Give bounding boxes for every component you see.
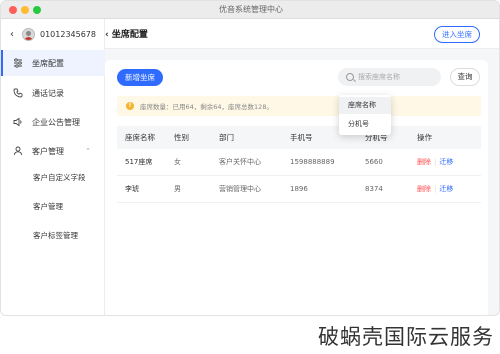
- chevron-left-icon[interactable]: ‹: [105, 30, 112, 40]
- sidebar-item-seat-config[interactable]: 坐席配置: [1, 50, 105, 76]
- cell-department: 营销管理中心: [219, 185, 261, 193]
- app-window: 优音系统管理中心 ‹ 01012345678 坐席配置 通话记录 企业公告管理: [0, 0, 500, 316]
- add-seat-button[interactable]: 新增坐席: [117, 69, 163, 86]
- search-icon: [346, 73, 354, 81]
- divider: |: [434, 185, 437, 193]
- user-icon: [13, 146, 23, 156]
- sidebar-item-label: 通话记录: [32, 88, 64, 98]
- sidebar-item-customer-management[interactable]: 客户管理 ⌃: [1, 138, 105, 164]
- cell-actions: 删除 | 迁移: [417, 157, 481, 167]
- migrate-link[interactable]: 迁移: [439, 158, 453, 166]
- column-header: 性别: [174, 133, 189, 142]
- cell-actions: 删除 | 迁移: [417, 184, 481, 194]
- sidebar-item-label: 客户管理: [32, 146, 64, 156]
- sidebar-item-label: 企业公告管理: [32, 117, 80, 127]
- column-header: 操作: [417, 133, 432, 142]
- cell-department: 客户关怀中心: [219, 158, 261, 166]
- cell-extension: 5660: [365, 158, 383, 166]
- main-header: ‹ 坐席配置 进入坐席: [105, 19, 499, 49]
- table-row: 李琥 男 营销管理中心 1896 8374 删除 | 迁移: [117, 176, 481, 203]
- column-header: 座席名称: [125, 133, 155, 142]
- delete-link[interactable]: 删除: [417, 158, 431, 166]
- sidebar-subitem-custom-fields[interactable]: 客户自定义字段: [1, 164, 105, 190]
- chevron-left-icon[interactable]: ‹: [10, 29, 20, 40]
- search-field-dropdown: 座席名称 分机号: [339, 95, 391, 135]
- window-title: 优音系统管理中心: [219, 5, 283, 14]
- page-title: ‹ 坐席配置: [105, 27, 148, 40]
- table-row: 517座席 女 客户关怀中心 1598888889 5660 删除 | 迁移: [117, 149, 481, 176]
- sliders-icon: [13, 58, 23, 68]
- search-box[interactable]: [338, 68, 441, 86]
- dropdown-option-extension[interactable]: 分机号: [339, 116, 391, 133]
- enter-seat-button[interactable]: 进入坐席: [434, 26, 480, 43]
- sidebar-subitem-label: 客户管理: [33, 201, 63, 211]
- user-phone: 01012345678: [40, 29, 96, 39]
- sidebar-subitem-label: 客户自定义字段: [33, 172, 86, 182]
- cell-extension: 8374: [365, 185, 383, 193]
- cell-mobile: 1598888889: [290, 158, 335, 166]
- phone-icon: [13, 88, 23, 98]
- cell-mobile: 1896: [290, 185, 308, 193]
- cell-gender: 女: [174, 158, 181, 166]
- chevron-up-icon[interactable]: ⌃: [85, 147, 91, 155]
- migrate-link[interactable]: 迁移: [439, 185, 453, 193]
- search-input[interactable]: [358, 73, 436, 81]
- cell-seat-name: 李琥: [125, 185, 139, 193]
- page-title-text: 坐席配置: [111, 30, 148, 40]
- cell-seat-name: 517座席: [125, 158, 153, 166]
- sidebar-item-label: 坐席配置: [32, 58, 64, 68]
- watermark-text: 破蜗壳国际云服务: [318, 325, 494, 349]
- title-bar: 优音系统管理中心: [1, 1, 499, 19]
- sidebar-subitem-customers[interactable]: 客户管理: [1, 193, 105, 219]
- info-icon: !: [126, 102, 134, 110]
- notice-text: 座席数量：已用64，剩余64，座席总数128。: [140, 103, 273, 111]
- sidebar: ‹ 01012345678 坐席配置 通话记录 企业公告管理 客户管理 ⌃ 客户…: [1, 19, 105, 315]
- table-header: 座席名称 性别 部门 手机号 分机号 操作: [117, 126, 481, 149]
- delete-link[interactable]: 删除: [417, 185, 431, 193]
- seat-table: 座席名称 性别 部门 手机号 分机号 操作 517座席 女 客户关怀中心 159…: [117, 126, 481, 203]
- user-info[interactable]: ‹ 01012345678: [1, 19, 105, 49]
- sidebar-subitem-customer-tags[interactable]: 客户标签管理: [1, 222, 105, 248]
- dropdown-option-seat-name[interactable]: 座席名称: [339, 97, 391, 114]
- speaker-icon: [13, 117, 23, 127]
- sidebar-subitem-label: 客户标签管理: [33, 230, 78, 240]
- sidebar-item-call-records[interactable]: 通话记录: [1, 80, 105, 106]
- content-card: 新增坐席 查询 ! 座席数量：已用64，剩余64，座席总数128。 座席名称 分…: [105, 60, 488, 315]
- sidebar-item-announcements[interactable]: 企业公告管理: [1, 109, 105, 135]
- cell-gender: 男: [174, 185, 181, 193]
- notice-banner: ! 座席数量：已用64，剩余64，座席总数128。: [117, 96, 481, 116]
- query-button[interactable]: 查询: [450, 68, 480, 86]
- column-header: 部门: [219, 133, 234, 142]
- divider: |: [434, 158, 437, 166]
- avatar: [22, 27, 35, 41]
